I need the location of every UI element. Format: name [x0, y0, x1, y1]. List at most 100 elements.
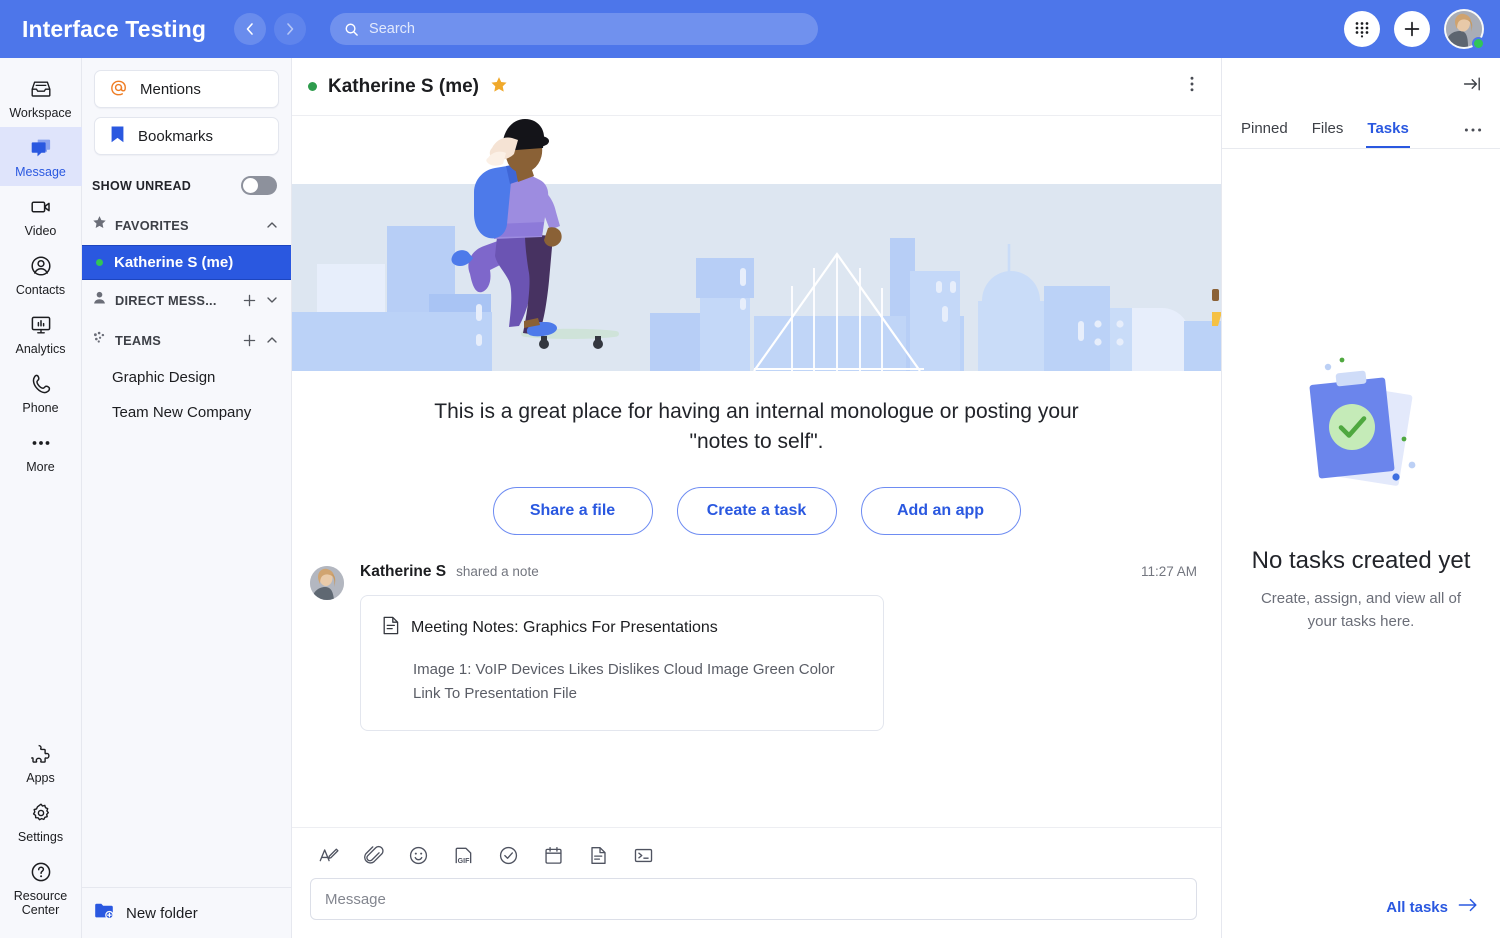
- new-folder-button[interactable]: New folder: [82, 887, 291, 938]
- share-a-file-button[interactable]: Share a file: [492, 487, 653, 535]
- back-button[interactable]: [234, 13, 267, 45]
- add-direct-message-button[interactable]: [242, 293, 257, 308]
- rail-label: Workspace: [9, 106, 72, 120]
- rail-item-contacts[interactable]: Contacts: [0, 245, 82, 304]
- chevron-up-icon[interactable]: [265, 333, 279, 347]
- intro-text: This is a great place for having an inte…: [434, 400, 1079, 453]
- rail-label: Analytics: [15, 342, 66, 356]
- channel-item-label: Katherine S (me): [114, 254, 234, 271]
- clipboard-check-illustration: [1309, 357, 1416, 486]
- rail-item-workspace[interactable]: Workspace: [0, 68, 82, 127]
- nav-arrows: [234, 13, 307, 45]
- right-panel-footer: All tasks: [1222, 898, 1500, 938]
- note-body: Image 1: VoIP Devices Likes Dislikes Clo…: [413, 661, 835, 702]
- add-team-button[interactable]: [242, 333, 257, 348]
- message-action: shared a note: [456, 564, 539, 579]
- tasks-empty-state: No tasks created yet Create, assign, and…: [1222, 149, 1500, 898]
- group-teams-header[interactable]: TEAMS: [82, 320, 291, 360]
- team-item-graphic-design[interactable]: Graphic Design: [82, 360, 291, 395]
- top-bar: Interface Testing: [0, 0, 1500, 58]
- message-bubbles-icon: [29, 136, 53, 160]
- text-format-icon[interactable]: [318, 845, 339, 866]
- search-input[interactable]: [369, 21, 805, 37]
- rail-item-settings[interactable]: Settings: [0, 792, 82, 851]
- group-direct-messages-header[interactable]: DIRECT MESS...: [82, 280, 291, 320]
- rail-item-resource-center[interactable]: Resource Center: [0, 851, 82, 924]
- task-check-icon[interactable]: [498, 845, 519, 866]
- page-title: Katherine S (me): [328, 75, 479, 97]
- code-command-icon[interactable]: [633, 845, 654, 866]
- bookmarks-label: Bookmarks: [138, 127, 214, 145]
- composer-toolbar: GIF: [310, 840, 1197, 878]
- group-label: TEAMS: [115, 332, 162, 348]
- dialpad-icon: [1355, 22, 1369, 38]
- star-filled-icon[interactable]: [490, 76, 508, 97]
- emoji-icon[interactable]: [408, 845, 429, 866]
- group-favorites-header[interactable]: FAVORITES: [82, 205, 291, 245]
- note-title-row: Meeting Notes: Graphics For Presentation…: [383, 616, 861, 640]
- phone-icon: [29, 372, 53, 396]
- team-item-team-new-company[interactable]: Team New Company: [82, 395, 291, 430]
- toggle-knob: [243, 178, 258, 193]
- add-an-app-button[interactable]: Add an app: [860, 487, 1021, 535]
- gif-icon[interactable]: GIF: [453, 845, 474, 866]
- calendar-icon[interactable]: [543, 845, 564, 866]
- rail-item-message[interactable]: Message: [0, 127, 82, 186]
- avatar[interactable]: [1444, 9, 1485, 50]
- paperclip-icon[interactable]: [363, 845, 384, 866]
- mentions-label: Mentions: [140, 80, 201, 98]
- svg-text:GIF: GIF: [458, 858, 470, 865]
- show-unread-toggle[interactable]: [241, 176, 277, 195]
- rail-label: Apps: [26, 771, 55, 785]
- rail-item-video[interactable]: Video: [0, 186, 82, 245]
- tab-tasks[interactable]: Tasks: [1366, 114, 1410, 148]
- tab-pinned[interactable]: Pinned: [1240, 114, 1289, 148]
- message-avatar[interactable]: [310, 566, 344, 600]
- rail-item-phone[interactable]: Phone: [0, 363, 82, 422]
- kebab-menu-icon[interactable]: [1183, 75, 1201, 98]
- presence-dot: [94, 257, 105, 268]
- app-title: Interface Testing: [22, 15, 207, 42]
- dialpad-button[interactable]: [1344, 11, 1380, 47]
- message-item: Katherine S shared a note 11:27 AM Meeti…: [292, 535, 1221, 731]
- video-camera-icon: [29, 195, 53, 219]
- question-circle-icon: [29, 860, 53, 884]
- ellipsis-icon[interactable]: [1464, 120, 1482, 148]
- channel-list-top: Mentions Bookmarks: [82, 58, 291, 164]
- create-a-task-button[interactable]: Create a task: [676, 487, 837, 535]
- rail-item-apps[interactable]: Apps: [0, 733, 82, 792]
- chevron-up-icon[interactable]: [265, 218, 279, 232]
- folder-plus-icon: [94, 902, 114, 924]
- message-input[interactable]: [310, 878, 1197, 920]
- collapse-right-icon[interactable]: [1462, 74, 1482, 99]
- rail-item-analytics[interactable]: Analytics: [0, 304, 82, 363]
- message-body: Katherine S shared a note 11:27 AM Meeti…: [360, 563, 1197, 731]
- rail-label: More: [26, 460, 55, 474]
- rail-item-more[interactable]: More: [0, 422, 82, 481]
- note-card[interactable]: Meeting Notes: Graphics For Presentation…: [360, 595, 884, 731]
- main-panel: Katherine S (me) This is a great place f…: [292, 58, 1222, 938]
- ellipsis-icon: [29, 431, 53, 455]
- bookmarks-button[interactable]: Bookmarks: [94, 117, 279, 155]
- message-author: Katherine S: [360, 563, 447, 580]
- mentions-button[interactable]: Mentions: [94, 70, 279, 108]
- all-tasks-link[interactable]: All tasks: [1386, 898, 1478, 916]
- search-icon: [345, 23, 358, 36]
- show-unread-row: SHOW UNREAD: [82, 164, 291, 205]
- note-icon[interactable]: [588, 845, 609, 866]
- message-meta: Katherine S shared a note 11:27 AM: [360, 563, 1197, 581]
- message-timestamp: 11:27 AM: [1140, 564, 1197, 579]
- chevron-down-icon[interactable]: [265, 293, 279, 307]
- search-bar[interactable]: [330, 13, 819, 45]
- app-root: Interface Testing Search Workspace Messa…: [0, 0, 1500, 938]
- channel-item-katherine-s[interactable]: Katherine S (me): [82, 245, 291, 280]
- forward-button[interactable]: [274, 13, 307, 45]
- rail-label: Settings: [17, 830, 64, 844]
- add-button[interactable]: [1394, 11, 1430, 47]
- channel-list-spacer: [82, 430, 291, 887]
- body: Workspace Message Video Contacts Analyti…: [0, 58, 1500, 938]
- hero-illustration: [292, 116, 1221, 371]
- inbox-icon: [29, 77, 53, 101]
- person-circle-icon: [29, 254, 53, 278]
- tab-files[interactable]: Files: [1311, 114, 1345, 148]
